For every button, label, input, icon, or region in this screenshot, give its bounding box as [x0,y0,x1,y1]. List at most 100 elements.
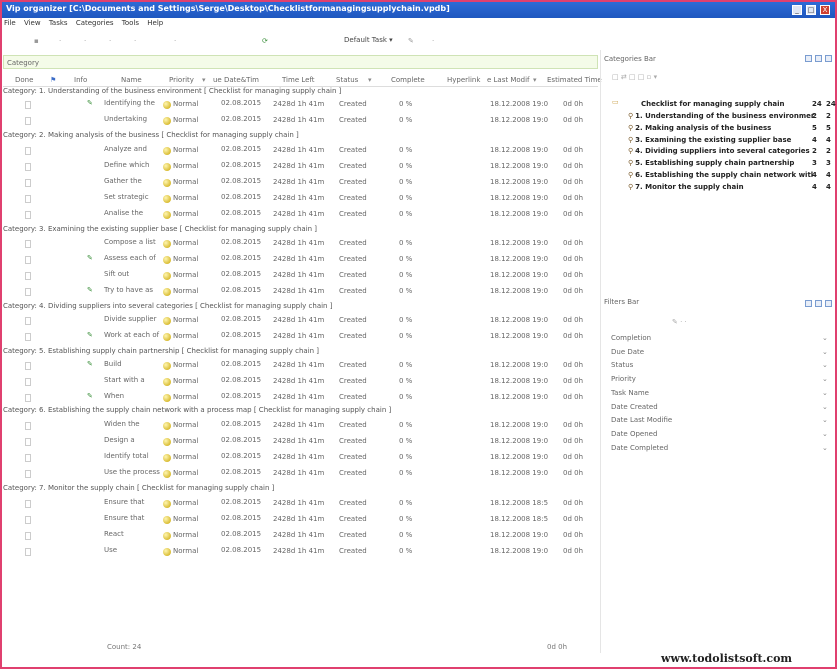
task-name[interactable]: Identifying the [104,99,155,107]
flag-icon[interactable]: ⚑ [50,76,56,86]
done-checkbox[interactable] [25,438,31,446]
chevron-down-icon[interactable]: ⌄ [822,444,828,452]
col-status-dropdown-icon[interactable]: ▾ [368,76,372,86]
categories-toolbar-icons[interactable]: □ ⇄ □ □ ▫ ▾ [612,73,657,81]
filter-item[interactable]: Date Created [611,403,658,413]
task-row[interactable]: ✎ Assess each of Normal 02.08.2015 2428d 1h … [3,254,598,268]
col-priority-dropdown-icon[interactable]: ▾ [202,76,206,86]
col-estimated-time[interactable]: Estimated Time [547,76,602,86]
done-checkbox[interactable] [25,163,31,171]
category-group-row[interactable]: Category: 2. Making analysis of the busi… [3,131,299,141]
task-name[interactable]: Analise the [104,209,143,217]
task-row[interactable]: Analise the Normal 02.08.2015 2428d 1h 41m C… [3,209,598,223]
category-group-row[interactable]: Category: 1. Understanding of the busine… [3,87,341,97]
task-row[interactable]: Define which Normal 02.08.2015 2428d 1h 41m… [3,161,598,175]
filter-item[interactable]: Date Last Modifie [611,416,672,426]
col-time-left[interactable]: Time Left [282,76,315,86]
filters-bar-pin-icon[interactable] [815,300,822,307]
task-row[interactable]: Divide supplier Normal 02.08.2015 2428d 1h … [3,315,598,329]
task-row[interactable]: Sift out Normal 02.08.2015 2428d 1h 41m Crea… [3,270,598,284]
col-name[interactable]: Name [121,76,142,86]
done-checkbox[interactable] [25,211,31,219]
task-name[interactable]: Design a [104,436,135,444]
chevron-down-icon[interactable]: ⌄ [822,348,828,356]
chevron-down-icon[interactable]: ⌄ [822,416,828,424]
menu-help[interactable]: Help [147,19,163,27]
edit-view-icon[interactable]: ✎ [408,37,416,45]
task-row[interactable]: Use the process Normal 02.08.2015 2428d 1h … [3,468,598,482]
col-complete[interactable]: Complete [391,76,425,86]
filter-item[interactable]: Completion [611,334,651,344]
task-name[interactable]: Try to have as [104,286,153,294]
done-checkbox[interactable] [25,240,31,248]
done-checkbox[interactable] [25,500,31,508]
done-checkbox[interactable] [25,394,31,402]
menu-categories[interactable]: Categories [76,19,114,27]
done-checkbox[interactable] [25,117,31,125]
task-row[interactable]: Use Normal 02.08.2015 2428d 1h 41m Created 0 … [3,546,598,560]
save-icon[interactable]: · [84,37,92,45]
menu-view[interactable]: View [24,19,41,27]
category-item[interactable]: ⚲ 7. Monitor the supply chain [628,183,744,193]
task-row[interactable]: Compose a list Normal 02.08.2015 2428d 1h 4… [3,238,598,252]
category-group-row[interactable]: Category: 3. Examining the existing supp… [3,225,317,235]
done-checkbox[interactable] [25,317,31,325]
category-item[interactable]: ⚲ 2. Making analysis of the business [628,124,771,134]
task-row[interactable]: ✎ Try to have as Normal 02.08.2015 2428d 1h … [3,286,598,300]
category-group-row[interactable]: Category: 4. Dividing suppliers into sev… [3,302,332,312]
menu-tasks[interactable]: Tasks [49,19,68,27]
view-select[interactable]: Default Task ▾ [344,36,393,44]
task-name[interactable]: Compose a list [104,238,156,246]
chevron-down-icon[interactable]: ⌄ [822,389,828,397]
chevron-down-icon[interactable]: ⌄ [822,430,828,438]
note-icon[interactable]: ✎ [87,286,97,295]
done-checkbox[interactable] [25,195,31,203]
task-name[interactable]: Identify total [104,452,149,460]
task-name[interactable]: Gather the [104,177,142,185]
note-icon[interactable]: ✎ [87,392,97,401]
col-hyperlink[interactable]: Hyperlink [447,76,480,86]
category-item[interactable]: ⚲ 1. Understanding of the business enviro… [628,112,814,122]
task-row[interactable]: Widen the Normal 02.08.2015 2428d 1h 41m Cre… [3,420,598,434]
delete-view-icon[interactable]: · [432,37,440,45]
category-item[interactable]: ⚲ 5. Establishing supply chain partnershi… [628,159,794,169]
task-row[interactable]: ✎ Identifying the Normal 02.08.2015 2428d 1h… [3,99,598,113]
done-checkbox[interactable] [25,548,31,556]
note-icon[interactable]: ✎ [87,99,97,108]
task-name[interactable]: Build [104,360,122,368]
task-name[interactable]: Use the process [104,468,160,476]
filter-item[interactable]: Due Date [611,348,644,358]
new-task-icon[interactable]: ▪ [34,37,42,45]
filter-item[interactable]: Task Name [611,389,649,399]
open-icon[interactable]: · [59,37,67,45]
note-icon[interactable]: ✎ [87,360,97,369]
col-status[interactable]: Status [336,76,358,86]
copy-icon[interactable]: · [134,37,142,45]
filter-item[interactable]: Date Opened [611,430,657,440]
task-row[interactable]: ✎ Work at each of Normal 02.08.2015 2428d 1h… [3,331,598,345]
done-checkbox[interactable] [25,288,31,296]
category-item[interactable]: ⚲ 3. Examining the existing supplier base [628,136,791,146]
task-row[interactable]: ✎ When Normal 02.08.2015 2428d 1h 41m Created… [3,392,598,406]
menu-tools[interactable]: Tools [122,19,139,27]
task-row[interactable]: Set strategic Normal 02.08.2015 2428d 1h 41… [3,193,598,207]
task-name[interactable]: Use [104,546,117,554]
category-item[interactable]: ⚲ 6. Establishing the supply chain networ… [628,171,813,181]
done-checkbox[interactable] [25,532,31,540]
task-row[interactable]: Ensure that Normal 02.08.2015 2428d 1h 41m C… [3,498,598,512]
category-item[interactable]: ⚲ 4. Dividing suppliers into several cate… [628,147,810,157]
done-checkbox[interactable] [25,101,31,109]
task-name[interactable]: Ensure that [104,498,144,506]
categories-bar-dock-icon[interactable] [805,55,812,62]
categories-bar-pin-icon[interactable] [815,55,822,62]
task-name[interactable]: Work at each of [104,331,159,339]
filter-item[interactable]: Priority [611,375,636,385]
task-name[interactable]: Divide supplier [104,315,156,323]
task-name[interactable]: Undertaking [104,115,147,123]
done-checkbox[interactable] [25,362,31,370]
category-root[interactable]: Checklist for managing supply chain [641,100,785,110]
refresh-icon[interactable]: ⟳ [262,37,270,45]
filter-item[interactable]: Status [611,361,633,371]
task-name[interactable]: Ensure that [104,514,144,522]
filter-item[interactable]: Date Completed [611,444,668,454]
